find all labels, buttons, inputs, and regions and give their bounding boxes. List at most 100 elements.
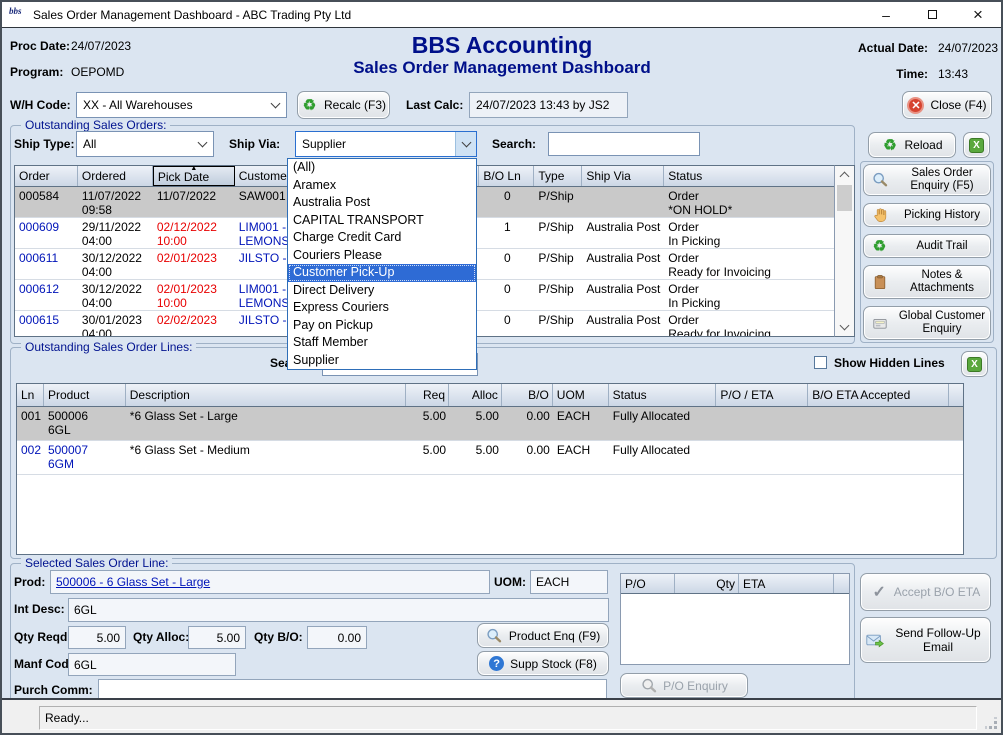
cell-bo-eta: [808, 407, 856, 440]
side-button-sales-order-enquiry-f5-[interactable]: Sales Order Enquiry (F5): [863, 164, 991, 196]
scrollbar-thumb[interactable]: [837, 185, 852, 211]
dropdown-option[interactable]: Pay on Pickup: [288, 317, 476, 335]
dropdown-option[interactable]: CAPITAL TRANSPORT: [288, 212, 476, 230]
close-f4-button[interactable]: ✕ Close (F4): [902, 91, 992, 119]
recalc-button[interactable]: ♻ Recalc (F3): [297, 91, 390, 119]
show-hidden-lines-checkbox[interactable]: [814, 356, 827, 369]
prod-field: 500006 - 6 Glass Set - Large: [50, 570, 490, 594]
column-header[interactable]: Ordered: [78, 166, 153, 186]
cell-description: *6 Glass Set - Medium: [126, 441, 406, 474]
send-follow-up-email-button[interactable]: Send Follow-Up Email: [860, 617, 991, 663]
dropdown-option[interactable]: Staff Member: [288, 334, 476, 352]
product-enq-button[interactable]: Product Enq (F9): [477, 623, 609, 648]
column-header[interactable]: Ship Via: [582, 166, 664, 186]
accept-bo-eta-label: Accept B/O ETA: [894, 585, 980, 599]
clipboard-icon: [871, 274, 888, 291]
dropdown-option[interactable]: Aramex: [288, 177, 476, 195]
cell-type: P/Ship: [534, 218, 582, 248]
side-button-picking-history[interactable]: Picking History: [863, 203, 991, 227]
titlebar: bbs Sales Order Management Dashboard - A…: [2, 2, 1001, 28]
supp-stock-button[interactable]: ? Supp Stock (F8): [477, 651, 609, 676]
cell-bo: 0.00: [502, 441, 553, 474]
window-minimize-button[interactable]: –: [863, 2, 909, 27]
column-header[interactable]: ETA: [739, 574, 834, 593]
lines-export-excel-button[interactable]: X: [961, 351, 988, 377]
side-button-audit-trail[interactable]: ♻Audit Trail: [863, 234, 991, 258]
column-header[interactable]: P/O / ETA: [716, 384, 808, 406]
cell-gutter: [949, 441, 963, 474]
qty-reqd-label: Qty Reqd:: [14, 630, 71, 644]
column-header[interactable]: [834, 574, 849, 593]
cell-type: P/Ship: [534, 249, 582, 279]
column-header[interactable]: P/O: [621, 574, 675, 593]
column-header[interactable]: Description: [126, 384, 406, 406]
cell-product: 5000076GM: [44, 441, 126, 474]
cell-type: P/Ship: [534, 280, 582, 310]
cell-gutter: [949, 407, 963, 440]
scroll-up-icon[interactable]: [835, 166, 854, 183]
cell-ship-via: [582, 187, 664, 217]
last-calc-value: 24/07/2023 13:43 by JS2: [469, 92, 628, 118]
orders-export-excel-button[interactable]: X: [963, 132, 990, 158]
cell-bo: 0.00: [502, 407, 553, 440]
dropdown-option[interactable]: Customer Pick-Up: [288, 264, 476, 282]
selected-line-group-title: Selected Sales Order Line:: [21, 556, 172, 570]
accept-bo-eta-button[interactable]: ✓ Accept B/O ETA: [860, 573, 991, 611]
cell-bo-ln: 1: [479, 218, 534, 248]
po-enquiry-button[interactable]: P/O Enquiry: [620, 673, 748, 698]
column-header[interactable]: B/O: [502, 384, 553, 406]
column-header[interactable]: Pick Date▲: [153, 166, 235, 186]
scroll-down-icon[interactable]: [835, 319, 854, 336]
column-header[interactable]: Status: [664, 166, 834, 186]
column-header[interactable]: Ln: [17, 384, 44, 406]
close-icon: ×: [973, 5, 983, 25]
prod-link[interactable]: 500006 - 6 Glass Set - Large: [56, 575, 210, 589]
ship-via-select[interactable]: Supplier: [295, 131, 477, 157]
column-header[interactable]: Qty: [675, 574, 739, 593]
column-header[interactable]: [949, 384, 963, 406]
dropdown-option[interactable]: Supplier: [288, 352, 476, 370]
window-close-button[interactable]: ×: [955, 2, 1001, 27]
cell-status: Fully Allocated: [609, 441, 717, 474]
column-header[interactable]: Order: [15, 166, 78, 186]
column-header[interactable]: Status: [609, 384, 717, 406]
manf-code-field: 6GL: [68, 653, 236, 676]
cell-type: P/Ship: [534, 187, 582, 217]
app-title: BBS Accounting: [302, 32, 702, 59]
table-row[interactable]: 0025000076GM*6 Glass Set - Medium5.005.0…: [17, 441, 963, 475]
cell-ship-via: Australia Post: [582, 280, 664, 310]
column-header[interactable]: Alloc: [449, 384, 502, 406]
dropdown-option[interactable]: Charge Credit Card: [288, 229, 476, 247]
table-row[interactable]: 0015000066GL*6 Glass Set - Large5.005.00…: [17, 407, 963, 441]
dropdown-option[interactable]: Express Couriers: [288, 299, 476, 317]
side-button-notes-attachments[interactable]: Notes & Attachments: [863, 265, 991, 299]
column-header[interactable]: Accepted: [856, 384, 949, 406]
dropdown-option[interactable]: Couriers Please: [288, 247, 476, 265]
window-maximize-button[interactable]: [909, 2, 955, 27]
cell-pick-date: 02/02/2023: [153, 311, 235, 337]
column-header[interactable]: Req: [406, 384, 449, 406]
dropdown-option[interactable]: Direct Delivery: [288, 282, 476, 300]
lines-group-title: Outstanding Sales Order Lines:: [21, 340, 196, 354]
orders-search-input[interactable]: [548, 132, 700, 156]
column-header[interactable]: Product: [44, 384, 126, 406]
dropdown-option[interactable]: (All): [288, 159, 476, 177]
cell-pick-date: 02/12/202210:00: [153, 218, 235, 248]
column-header[interactable]: UOM: [553, 384, 609, 406]
column-header[interactable]: Type: [534, 166, 582, 186]
side-button-global-customer-enquiry[interactable]: Global Customer Enquiry: [863, 306, 991, 340]
resize-grip-icon[interactable]: [985, 717, 998, 730]
show-hidden-lines-label: Show Hidden Lines: [834, 356, 945, 370]
orders-scrollbar[interactable]: [834, 165, 855, 337]
question-icon: ?: [489, 656, 504, 671]
column-header[interactable]: B/O ETA: [808, 384, 856, 406]
wh-code-select[interactable]: XX - All Warehouses: [76, 92, 287, 118]
reload-button[interactable]: ♻ Reload: [868, 132, 956, 158]
po-enquiry-label: P/O Enquiry: [663, 679, 728, 693]
status-text: Ready...: [39, 706, 977, 730]
dropdown-option[interactable]: Australia Post: [288, 194, 476, 212]
ship-type-select[interactable]: All: [76, 131, 214, 157]
column-header[interactable]: B/O Ln: [479, 166, 534, 186]
close-f4-label: Close (F4): [930, 98, 986, 112]
chevron-down-icon: [192, 132, 213, 156]
